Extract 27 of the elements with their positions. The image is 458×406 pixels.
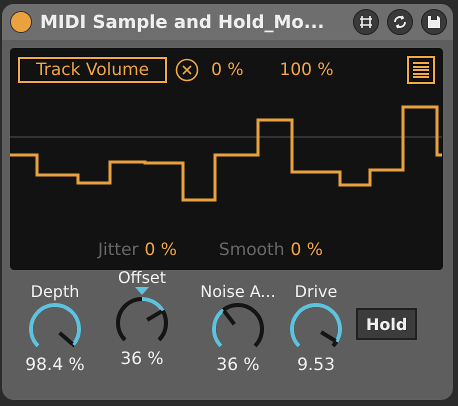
knob-label: Noise A... bbox=[200, 282, 276, 301]
center-marker-icon bbox=[135, 287, 149, 295]
window-title: MIDI Sample and Hold_Mo... bbox=[40, 12, 326, 32]
knob-label: Depth bbox=[30, 282, 80, 301]
target-button[interactable]: Track Volume bbox=[18, 57, 168, 83]
knob-label: Drive bbox=[294, 282, 338, 301]
hot-swap-button[interactable] bbox=[387, 9, 413, 35]
knob-value: 36 % bbox=[120, 349, 164, 369]
knob-label: Offset bbox=[118, 268, 166, 287]
hold-button[interactable]: Hold bbox=[356, 308, 418, 340]
knob-value: 36 % bbox=[216, 355, 260, 375]
smooth-label: Smooth bbox=[218, 240, 284, 260]
jitter-label: Jitter bbox=[98, 240, 139, 260]
save-icon bbox=[427, 15, 441, 29]
knob-value: 9.53 bbox=[297, 355, 335, 375]
save-button[interactable] bbox=[421, 9, 447, 35]
device-on-toggle[interactable] bbox=[10, 11, 32, 33]
smooth-value[interactable]: 0 % bbox=[290, 240, 323, 260]
map-button[interactable] bbox=[353, 9, 379, 35]
max-value[interactable]: 100 % bbox=[280, 60, 334, 80]
menu-button[interactable] bbox=[407, 56, 435, 84]
jitter-value[interactable]: 0 % bbox=[144, 240, 177, 260]
knob-value: 98.4 % bbox=[25, 355, 85, 375]
bracket-icon bbox=[359, 15, 373, 29]
min-value[interactable]: 0 % bbox=[211, 60, 244, 80]
close-icon[interactable] bbox=[175, 58, 200, 82]
swap-icon bbox=[393, 15, 407, 29]
